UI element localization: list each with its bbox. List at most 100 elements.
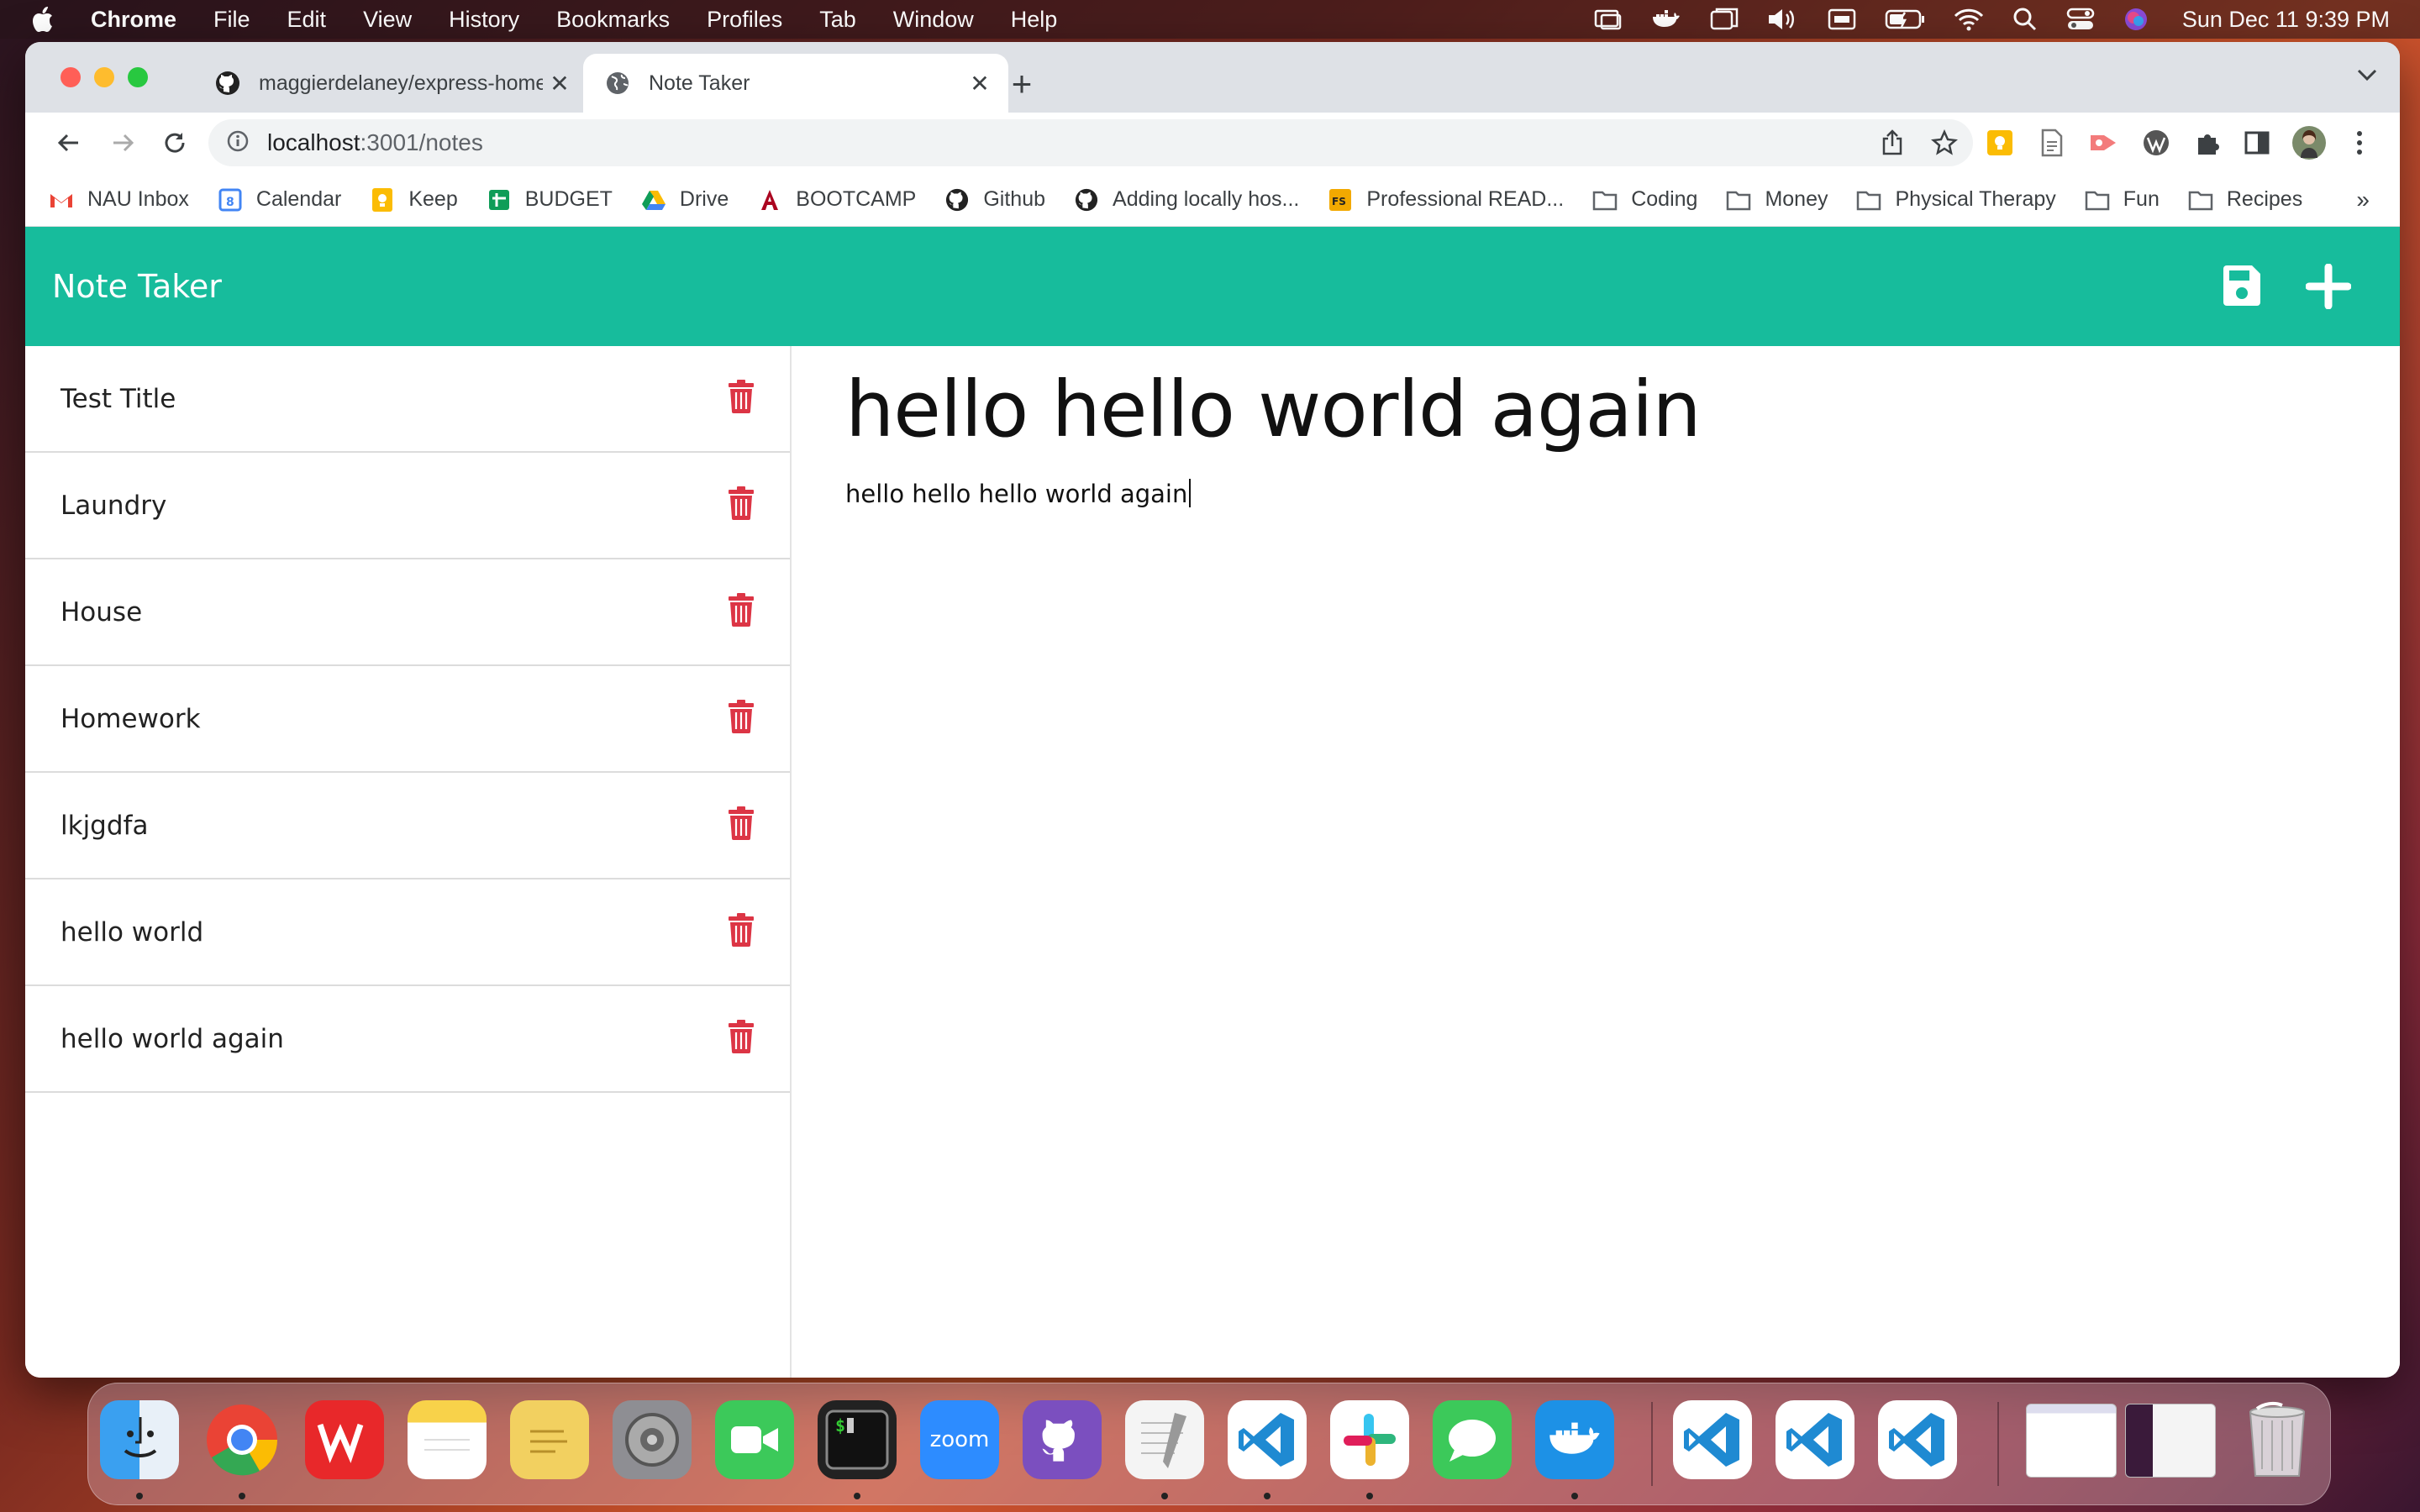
profile-avatar[interactable] xyxy=(2292,126,2326,160)
address-bar[interactable]: localhost:3001/notes xyxy=(208,119,1973,166)
dock-facetime-icon[interactable] xyxy=(715,1400,794,1479)
tab-github[interactable]: maggierdelaney/express-home ✕ xyxy=(193,54,588,113)
battery-icon[interactable] xyxy=(1885,8,1925,30)
menu-view[interactable]: View xyxy=(363,7,412,33)
window-icon[interactable] xyxy=(1710,7,1739,32)
dock-stickies-icon[interactable] xyxy=(510,1400,589,1479)
note-list-item[interactable]: Test Title xyxy=(25,346,790,453)
dock-slack-icon[interactable] xyxy=(1330,1400,1409,1479)
delete-note-trash-icon[interactable] xyxy=(728,700,755,733)
dock-vscode-icon[interactable] xyxy=(1776,1400,1854,1479)
close-window-button[interactable] xyxy=(60,67,81,87)
bookmark-bootcamp[interactable]: BOOTCAMP xyxy=(757,187,916,213)
keyboard-input-icon[interactable] xyxy=(1828,8,1856,31)
menu-tab[interactable]: Tab xyxy=(819,7,856,33)
new-tab-button[interactable]: + xyxy=(1000,62,1044,106)
dock-minimized-window-slack[interactable] xyxy=(2125,1404,2216,1478)
bookmark-nau-inbox[interactable]: NAU Inbox xyxy=(49,187,189,213)
docker-status-icon[interactable] xyxy=(1651,8,1681,31)
note-list-item[interactable]: hello world xyxy=(25,879,790,986)
bookmark-drive[interactable]: Drive xyxy=(641,187,729,213)
close-tab-icon[interactable]: ✕ xyxy=(963,70,997,97)
extensions-puzzle-icon[interactable] xyxy=(2193,128,2223,158)
minimize-window-button[interactable] xyxy=(94,67,114,87)
delete-note-trash-icon[interactable] xyxy=(728,486,755,520)
note-title-input[interactable]: hello hello world again xyxy=(845,365,1702,454)
dock-messages-icon[interactable] xyxy=(1433,1400,1512,1479)
delete-note-trash-icon[interactable] xyxy=(728,380,755,413)
dock-notes-icon[interactable] xyxy=(408,1400,487,1479)
dock-finder-icon[interactable] xyxy=(100,1400,179,1479)
control-center-icon[interactable] xyxy=(2066,7,2095,32)
apple-icon[interactable] xyxy=(30,5,57,34)
tab-search-chevron-icon[interactable] xyxy=(2356,67,2378,87)
note-list-item[interactable]: House xyxy=(25,559,790,666)
note-list-item[interactable]: lkjgdfa xyxy=(25,773,790,879)
delete-note-trash-icon[interactable] xyxy=(728,593,755,627)
bookmark-coding[interactable]: Coding xyxy=(1592,187,1697,213)
screencast-extension-icon[interactable] xyxy=(2089,128,2119,158)
bookmark-budget[interactable]: BUDGET xyxy=(487,187,613,213)
menubar-clock[interactable]: Sun Dec 11 9:39 PM xyxy=(2182,7,2390,33)
save-note-icon[interactable] xyxy=(2222,264,2262,307)
dock-terminal-icon[interactable]: $ xyxy=(818,1400,897,1479)
close-tab-icon[interactable]: ✕ xyxy=(543,70,576,97)
dock-docker-icon[interactable] xyxy=(1535,1400,1614,1479)
spotlight-search-icon[interactable] xyxy=(2012,7,2038,32)
reload-icon[interactable] xyxy=(156,124,193,161)
app-brand[interactable]: Note Taker xyxy=(52,268,222,305)
menu-file[interactable]: File xyxy=(213,7,250,33)
dock-system-preferences-icon[interactable] xyxy=(613,1400,692,1479)
side-panel-icon[interactable] xyxy=(2242,128,2272,158)
bookmark-professional-read[interactable]: FS Professional READ... xyxy=(1328,187,1564,213)
dock-trash-icon[interactable] xyxy=(2238,1400,2317,1479)
bookmark-adding-locally-hos[interactable]: Adding locally hos... xyxy=(1074,187,1299,213)
bookmark-star-icon[interactable] xyxy=(1931,129,1958,160)
menu-window[interactable]: Window xyxy=(893,7,974,33)
site-info-icon[interactable] xyxy=(227,130,249,156)
back-arrow-icon[interactable] xyxy=(50,124,87,161)
delete-note-trash-icon[interactable] xyxy=(728,913,755,947)
note-list-item[interactable]: Laundry xyxy=(25,453,790,559)
tab-note-taker[interactable]: Note Taker ✕ xyxy=(583,54,1008,113)
bookmarks-overflow-chevron-icon[interactable]: » xyxy=(2356,186,2370,213)
new-note-icon[interactable] xyxy=(2305,263,2352,310)
display-icon[interactable] xyxy=(1594,8,1623,31)
share-icon[interactable] xyxy=(1881,129,1904,160)
delete-note-trash-icon[interactable] xyxy=(728,806,755,840)
dock-wps-icon[interactable] xyxy=(305,1400,384,1479)
note-textarea[interactable]: hello hello hello world again xyxy=(845,479,1192,508)
bookmark-fun[interactable]: Fun xyxy=(2085,187,2160,213)
volume-icon[interactable] xyxy=(1767,7,1799,32)
zoom-window-button[interactable] xyxy=(128,67,148,87)
dock-github-desktop-icon[interactable] xyxy=(1023,1400,1102,1479)
document-extension-icon[interactable] xyxy=(2037,128,2067,158)
bookmark-github[interactable]: Github xyxy=(944,187,1045,213)
menu-profiles[interactable]: Profiles xyxy=(707,7,782,33)
bookmark-money[interactable]: Money xyxy=(1726,187,1828,213)
forward-arrow-icon[interactable] xyxy=(104,124,141,161)
siri-icon[interactable] xyxy=(2123,7,2149,32)
bookmark-recipes[interactable]: Recipes xyxy=(2188,187,2302,213)
menu-history[interactable]: History xyxy=(449,7,519,33)
menu-app-name[interactable]: Chrome xyxy=(91,7,176,33)
dock-textedit-icon[interactable] xyxy=(1125,1400,1204,1479)
dock-zoom-icon[interactable]: zoom xyxy=(920,1400,999,1479)
bookmark-calendar[interactable]: 8 Calendar xyxy=(218,187,341,213)
note-list-item[interactable]: Homework xyxy=(25,666,790,773)
menu-edit[interactable]: Edit xyxy=(287,7,327,33)
bookmark-physical-therapy[interactable]: Physical Therapy xyxy=(1856,187,2056,213)
dock-vscode-icon[interactable] xyxy=(1228,1400,1307,1479)
wifi-icon[interactable] xyxy=(1954,8,1984,31)
wordpress-extension-icon[interactable] xyxy=(2141,128,2171,158)
more-vert-icon[interactable] xyxy=(2344,128,2375,158)
dock-vscode-icon[interactable] xyxy=(1673,1400,1752,1479)
note-list-item[interactable]: hello world again xyxy=(25,986,790,1093)
dock-minimized-window-chrome[interactable] xyxy=(2026,1404,2117,1478)
delete-note-trash-icon[interactable] xyxy=(728,1020,755,1053)
keep-extension-icon[interactable] xyxy=(1985,128,2015,158)
dock-vscode-icon[interactable] xyxy=(1878,1400,1957,1479)
bookmark-keep[interactable]: Keep xyxy=(370,187,458,213)
menu-bookmarks[interactable]: Bookmarks xyxy=(556,7,670,33)
menu-help[interactable]: Help xyxy=(1011,7,1058,33)
